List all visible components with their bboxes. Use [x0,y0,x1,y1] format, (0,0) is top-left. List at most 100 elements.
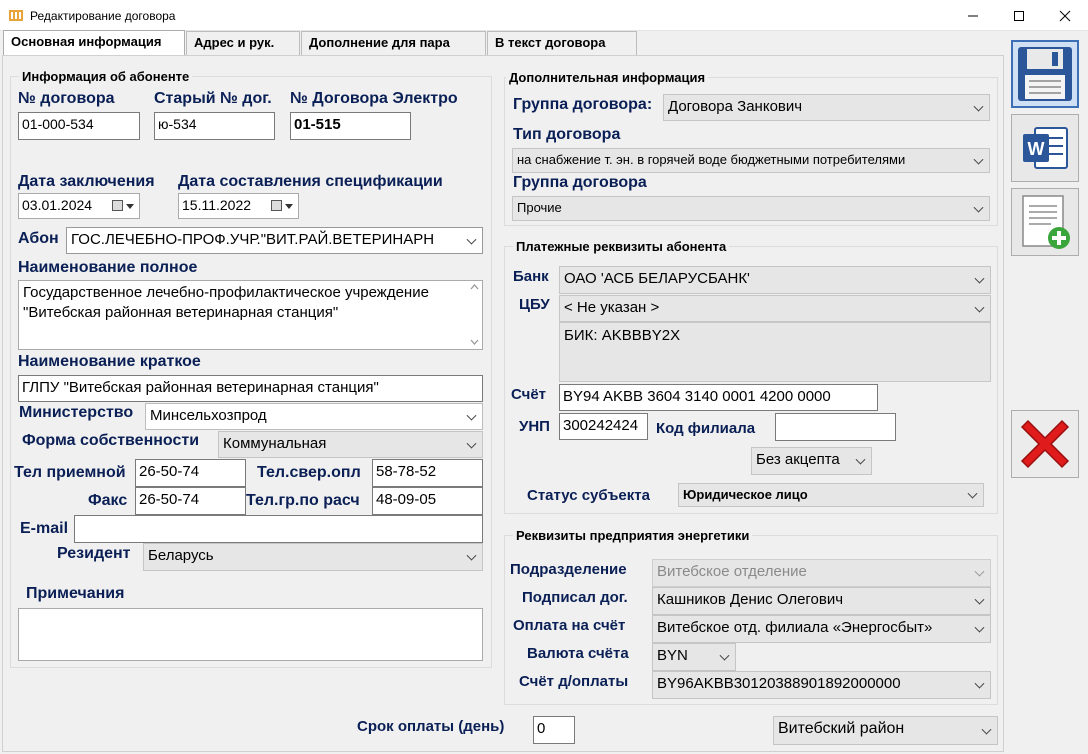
acceptance-select[interactable]: Без акцепта [751,447,872,475]
short-name-label: Наименование краткое [18,353,201,370]
cbu-select[interactable]: < Не указан > [559,295,991,322]
cbu-value: < Не указан > [564,299,660,316]
contract-no-field[interactable]: 01-000-534 [18,112,140,140]
date-spec-value: 15.11.2022 [182,197,252,213]
date-spec-label: Дата составления спецификации [178,173,443,190]
ownership-select[interactable]: Коммунальная [218,431,483,458]
unp-label: УНП [519,418,550,435]
ministry-value: Минсельхозпрод [150,407,267,424]
fax-label: Факс [88,492,128,509]
chevron-down-icon [974,273,985,284]
tab-contract-text[interactable]: В текст договора [487,31,637,55]
short-name-field[interactable]: ГЛПУ "Витебская районная ветеринарная ст… [18,375,483,402]
division-value: Витебское отделение [657,563,807,580]
maximize-button[interactable] [996,0,1042,31]
word-icon: W [1023,127,1068,169]
abon-label: Абон [18,230,59,247]
bank-select[interactable]: ОАО 'АСБ БЕЛАРУСБАНК' [559,266,991,294]
date-spec-picker[interactable]: 15.11.2022 [178,193,299,219]
chevron-down-icon [973,154,984,165]
status-select[interactable]: Юридическое лицо [678,483,984,507]
chevron-down-icon [466,410,477,421]
contract-group2-value: Прочие [517,200,562,215]
cancel-button[interactable] [1011,410,1079,478]
close-icon [1059,10,1071,21]
email-label: E-mail [20,520,69,537]
ministry-select[interactable]: Минсельхозпрод [145,403,483,430]
currency-label: Валюта счёта [527,645,629,662]
account-field[interactable]: BY94 AKBB 3604 3140 0001 4200 0000 [559,384,878,411]
chevron-down-icon [974,594,985,605]
minimize-icon [968,15,978,16]
pay-acc-no-value: BY96AKBB30120388901892000000 [657,675,901,692]
tab-bar: Основная информация Адрес и рук. Дополне… [0,30,1004,56]
date-concluded-value: 03.01.2024 [22,197,93,213]
scroll-up-icon[interactable] [470,284,479,290]
tel-calc-label: Тел.гр.по расч [246,492,360,509]
email-field[interactable] [74,515,483,543]
chevron-down-icon [974,678,985,689]
contract-group2-label: Группа договора [513,174,647,191]
tel-calc-field[interactable]: 48-09-05 [372,487,483,515]
subscriber-group-title: Информация об абоненте [19,69,193,84]
tab-main-info[interactable]: Основная информация [3,30,185,56]
electro-no-label: № Договора Электро [290,90,458,107]
tel-reconcile-label: Тел.свер.опл [257,464,361,481]
resident-label: Резидент [57,545,131,562]
notes-textarea[interactable] [18,608,483,661]
contract-group-label: Группа договора: [513,96,653,113]
resident-select[interactable]: Беларусь [143,543,483,571]
bik-display: БИК: AKBBBY2X [559,322,991,382]
currency-select[interactable]: BYN [652,643,736,671]
signed-select[interactable]: Кашников Денис Олегович [652,587,991,615]
ministry-label: Министерство [19,404,134,421]
unp-field[interactable]: 300242424 [559,413,648,440]
bank-value: ОАО 'АСБ БЕЛАРУСБАНК' [564,270,750,287]
pay-acc-no-select[interactable]: BY96AKBB30120388901892000000 [652,671,991,699]
scroll-down-icon[interactable] [470,339,479,345]
district-select[interactable]: Витебский район [773,716,998,745]
chevron-down-icon [973,202,984,213]
tab-steam-addition[interactable]: Дополнение для пара [301,31,486,55]
fax-field[interactable]: 26-50-74 [135,487,246,515]
contract-group-select[interactable]: Договора Занкович [663,94,990,121]
division-label: Подразделение [510,561,627,578]
term-label: Срок оплаты (день) [357,718,505,735]
branch-code-label: Код филиала [656,420,756,437]
full-name-textarea[interactable]: Государственное лечебно-профилактическое… [18,280,483,350]
bank-label: Банк [513,268,549,285]
export-word-button[interactable]: W [1011,114,1079,182]
old-no-field[interactable]: ю-534 [154,112,275,140]
tab-address[interactable]: Адрес и рук. [186,31,300,55]
close-button[interactable] [1042,0,1088,31]
calendar-icon [112,200,123,211]
contract-group2-select[interactable]: Прочие [512,196,990,221]
tel-reception-label: Тел приемной [14,464,126,481]
full-name-text: Государственное лечебно-профилактическое… [23,284,429,321]
red-x-icon [1020,419,1070,469]
chevron-down-icon [466,438,477,449]
minimize-button[interactable] [950,0,996,31]
abon-select[interactable]: ГОС.ЛЕЧЕБНО-ПРОФ.УЧР."ВИТ.РАЙ.ВЕТЕРИНАРН [66,227,483,254]
account-label: Счёт [511,386,547,403]
window-title: Редактирование договора [30,9,176,23]
tel-reconcile-field[interactable]: 58-78-52 [372,459,483,487]
app-icon [9,10,23,21]
add-document-button[interactable] [1011,188,1079,256]
branch-code-field[interactable] [775,413,896,441]
chevron-down-icon [719,650,730,661]
contract-type-select[interactable]: на снабжение т. эн. в горячей воде бюдже… [512,148,990,173]
date-concluded-picker[interactable]: 03.01.2024 [18,193,140,219]
calendar-icon [271,200,282,211]
term-field[interactable]: 0 [533,716,575,744]
abon-value: ГОС.ЛЕЧЕБНО-ПРОФ.УЧР."ВИТ.РАЙ.ВЕТЕРИНАРН [71,231,435,248]
pay-account-select[interactable]: Витебское отд. филиала «Энергосбыт» [652,615,991,643]
electro-no-field[interactable]: 01-515 [290,112,411,140]
save-button[interactable] [1011,40,1079,108]
tel-reception-field[interactable]: 26-50-74 [135,459,246,487]
division-select[interactable]: Витебское отделение [652,559,991,587]
document-add-icon [1022,195,1070,249]
contract-type-label: Тип договора [513,126,621,143]
notes-label: Примечания [26,585,125,602]
cbu-label: ЦБУ [519,296,550,313]
